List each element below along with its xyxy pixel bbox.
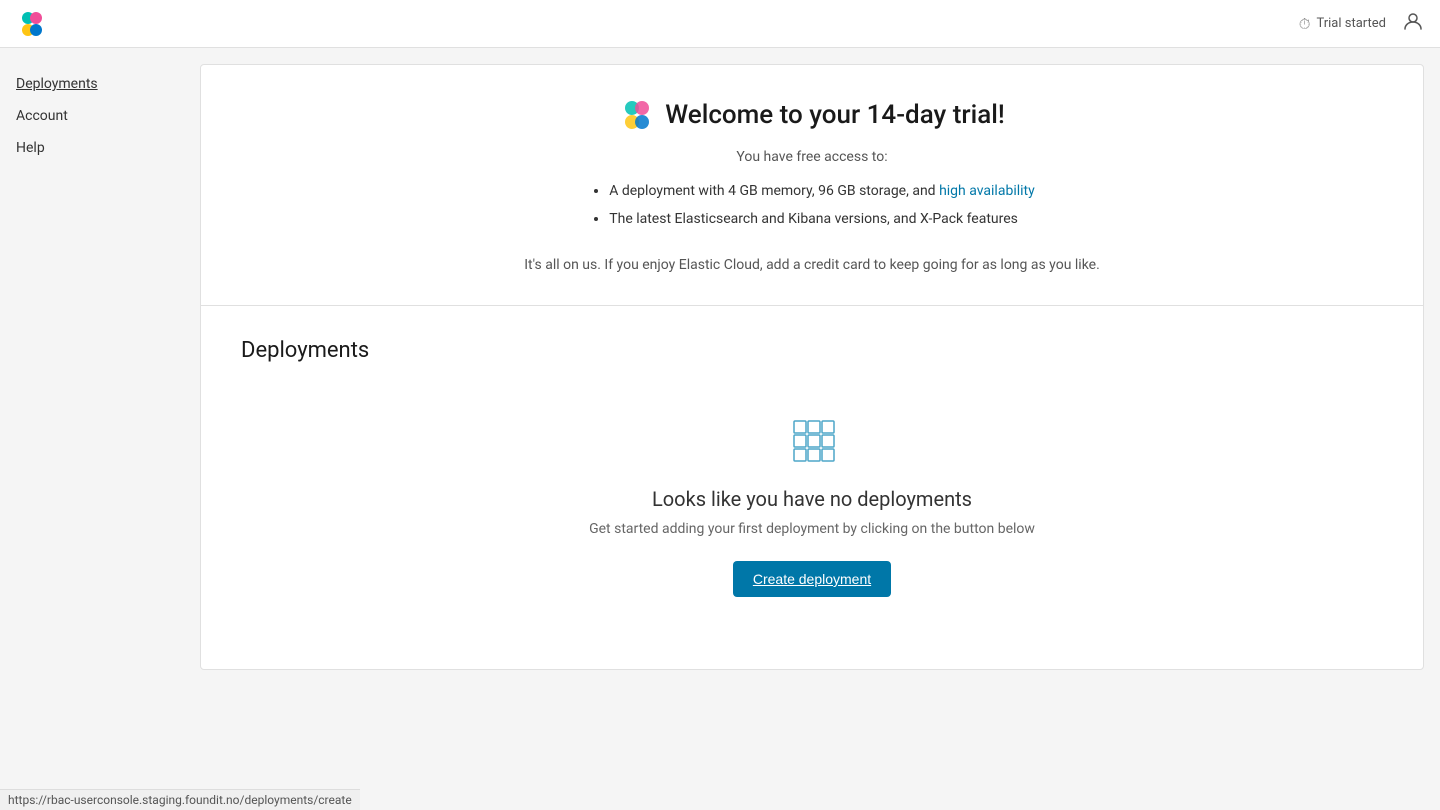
status-bar: https://rbac-userconsole.staging.foundit… <box>0 789 360 810</box>
app-logo <box>16 8 48 40</box>
trial-feature-1-highlight: high availability <box>939 183 1035 199</box>
trial-feature-2: The latest Elasticsearch and Kibana vers… <box>609 205 1034 233</box>
app-header: ⏱ Trial started <box>0 0 1440 48</box>
trial-subtitle: You have free access to: <box>241 149 1383 165</box>
sidebar-item-deployments[interactable]: Deployments <box>16 72 184 96</box>
trial-feature-1: A deployment with 4 GB memory, 96 GB sto… <box>609 177 1034 205</box>
no-deployments-icon <box>788 415 836 467</box>
trial-note: It's all on us. If you enjoy Elastic Clo… <box>241 257 1383 273</box>
deployments-section: Deployments <box>201 306 1423 669</box>
trial-feature-2-text: The latest Elasticsearch and Kibana vers… <box>609 211 1018 227</box>
trial-banner: Welcome to your 14-day trial! You have f… <box>201 65 1423 306</box>
empty-deployments-state: Looks like you have no deployments Get s… <box>241 395 1383 637</box>
trial-title: Welcome to your 14-day trial! <box>241 97 1383 133</box>
sidebar-nav: Deployments Account Help <box>16 72 184 160</box>
trial-heading: Welcome to your 14-day trial! <box>665 100 1004 130</box>
trial-started-label: Trial started <box>1316 16 1386 31</box>
trial-clock-icon: ⏱ <box>1299 15 1311 33</box>
trial-started-indicator[interactable]: ⏱ Trial started <box>1299 15 1386 33</box>
no-deployments-subtitle: Get started adding your first deployment… <box>589 521 1035 537</box>
trial-feature-1-text: A deployment with 4 GB memory, 96 GB sto… <box>609 183 939 199</box>
sidebar-item-help[interactable]: Help <box>16 136 184 160</box>
status-url: https://rbac-userconsole.staging.foundit… <box>8 793 352 807</box>
main-layout: Deployments Account Help Welcome to your… <box>0 0 1440 810</box>
sidebar: Deployments Account Help <box>0 48 200 810</box>
content-card: Welcome to your 14-day trial! You have f… <box>200 64 1424 670</box>
main-content: Welcome to your 14-day trial! You have f… <box>200 48 1440 810</box>
create-deployment-button[interactable]: Create deployment <box>733 561 891 597</box>
trial-logo-icon <box>619 97 655 133</box>
user-profile-icon[interactable] <box>1402 10 1424 37</box>
header-right: ⏱ Trial started <box>1299 10 1424 37</box>
deployments-section-title: Deployments <box>241 338 1383 363</box>
trial-features-list: A deployment with 4 GB memory, 96 GB sto… <box>589 177 1034 233</box>
sidebar-item-account[interactable]: Account <box>16 104 184 128</box>
no-deployments-title: Looks like you have no deployments <box>652 487 972 511</box>
logo-area <box>16 8 48 40</box>
